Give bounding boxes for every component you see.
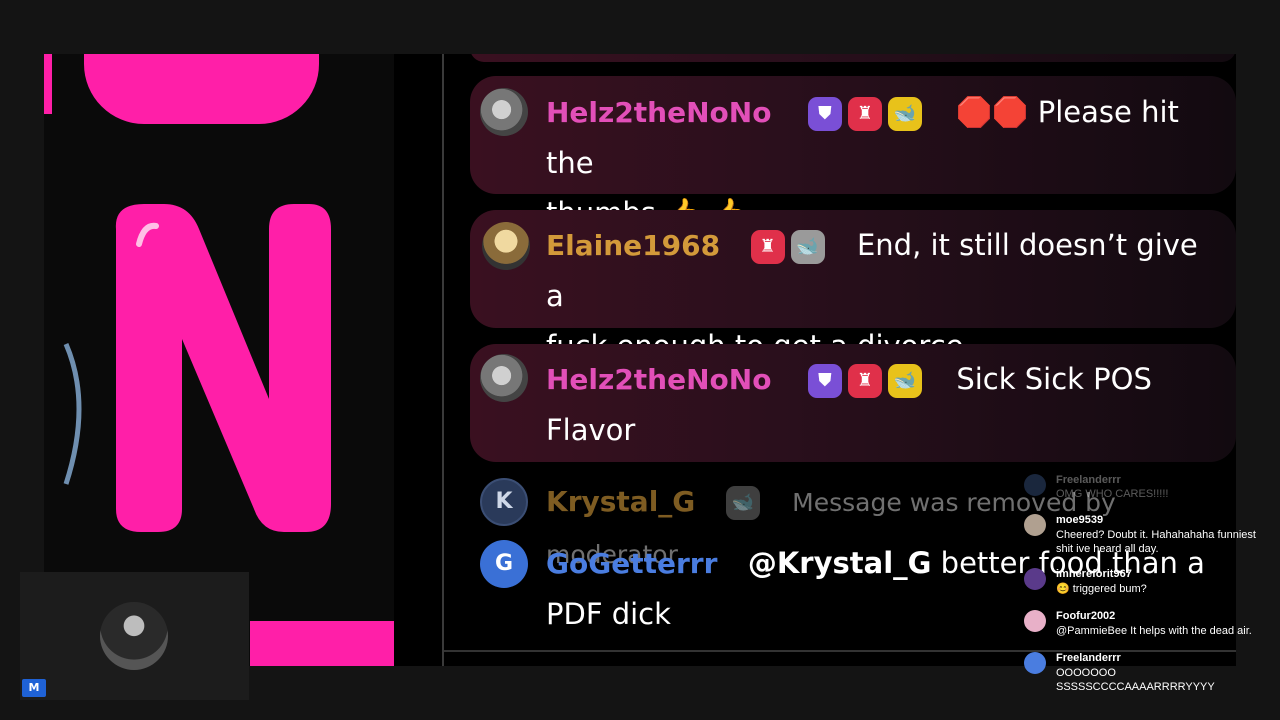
overlay-username: Freelanderrr	[1056, 652, 1121, 664]
previous-message-bubble	[470, 54, 1236, 62]
whale-badge-icon: 🐋	[887, 364, 922, 398]
overlay-chat-item: imhereforit967 😊 triggered bum?	[1016, 566, 1266, 596]
overlay-chat-item: Foofur2002 @PammieBee It helps with the …	[1016, 608, 1266, 638]
shield-badge-icon: ⛊	[807, 97, 842, 131]
overlay-username: moe9539	[1056, 514, 1104, 526]
overlay-chat-item: Freelanderrr OMG WHO CARES!!!!!	[1016, 472, 1266, 502]
overlay-chat-feed: Freelanderrr OMG WHO CARES!!!!! moe9539 …	[1008, 470, 1266, 704]
chat-message-text: Flavor	[546, 413, 636, 447]
user-avatar-icon	[1024, 652, 1046, 674]
user-avatar-icon	[1024, 514, 1046, 536]
pink-bar-bottom	[250, 621, 394, 666]
overlay-message: OMG WHO CARES!!!!!	[1056, 488, 1169, 500]
chat-username[interactable]: Elaine1968	[546, 229, 720, 262]
overlay-message: 😊 triggered bum?	[1056, 583, 1147, 595]
whale-badge-icon: 🐋	[887, 97, 922, 131]
chat-username[interactable]: Helz2theNoNo	[546, 363, 771, 396]
chat-message: Helz2theNoNo ⛊ ♜ 🐋 Sick Sick POS Flavor	[470, 344, 1236, 462]
whale-badge-icon: 🐋	[790, 230, 825, 264]
chat-message-text: PDF dick	[546, 597, 671, 631]
user-avatar	[480, 88, 528, 136]
chat-message-text: Sick Sick POS	[956, 362, 1152, 396]
overlay-username: imhereforit967	[1056, 568, 1132, 580]
shield-badge-icon: ⛊	[807, 364, 842, 398]
chat-username[interactable]: Helz2theNoNo	[546, 96, 771, 129]
overlay-message: @PammieBee It helps with the dead air.	[1056, 625, 1252, 637]
user-avatar	[482, 222, 530, 270]
overlay-username: Freelanderrr	[1056, 474, 1121, 486]
overlay-message: Cheered? Doubt it. Hahahahaha funniest s…	[1056, 529, 1256, 555]
chat-username[interactable]: GoGetterrr	[546, 547, 717, 580]
chat-message: Helz2theNoNo ⛊♜🐋 🛑🛑 Please hit the thumb…	[470, 76, 1236, 230]
user-avatar-icon	[1024, 474, 1046, 496]
user-avatar-icon	[1024, 610, 1046, 632]
overlay-chat-item: Freelanderrr OOOOOOO SSSSSCCCCAAAARRRRYY…	[1016, 650, 1266, 694]
chat-username[interactable]: Krystal_G	[546, 485, 695, 518]
overlay-chat-item: moe9539 Cheered? Doubt it. Hahahahaha fu…	[1016, 512, 1266, 556]
moderator-badge-icon: ♜	[847, 97, 882, 131]
mention-text[interactable]: @Krystal_G	[748, 546, 932, 580]
user-avatar	[480, 354, 528, 402]
m-badge: M	[22, 679, 46, 697]
webcam-overlay	[20, 572, 249, 700]
streamer-avatar	[100, 602, 168, 670]
moderator-badge-icon: ♜	[750, 230, 785, 264]
user-avatar: K	[480, 478, 528, 526]
moderator-badge-icon: ♜	[847, 364, 882, 398]
overlay-message: OOOOOOO SSSSSCCCCAAAARRRRYYYY	[1056, 667, 1215, 693]
chat-message: Elaine1968 ♜ 🐋 End, it still doesn’t give…	[470, 210, 1236, 363]
whale-badge-icon: 🐋	[725, 486, 760, 520]
user-avatar-icon	[1024, 568, 1046, 590]
overlay-username: Foofur2002	[1056, 610, 1116, 622]
user-avatar: G	[480, 540, 528, 588]
